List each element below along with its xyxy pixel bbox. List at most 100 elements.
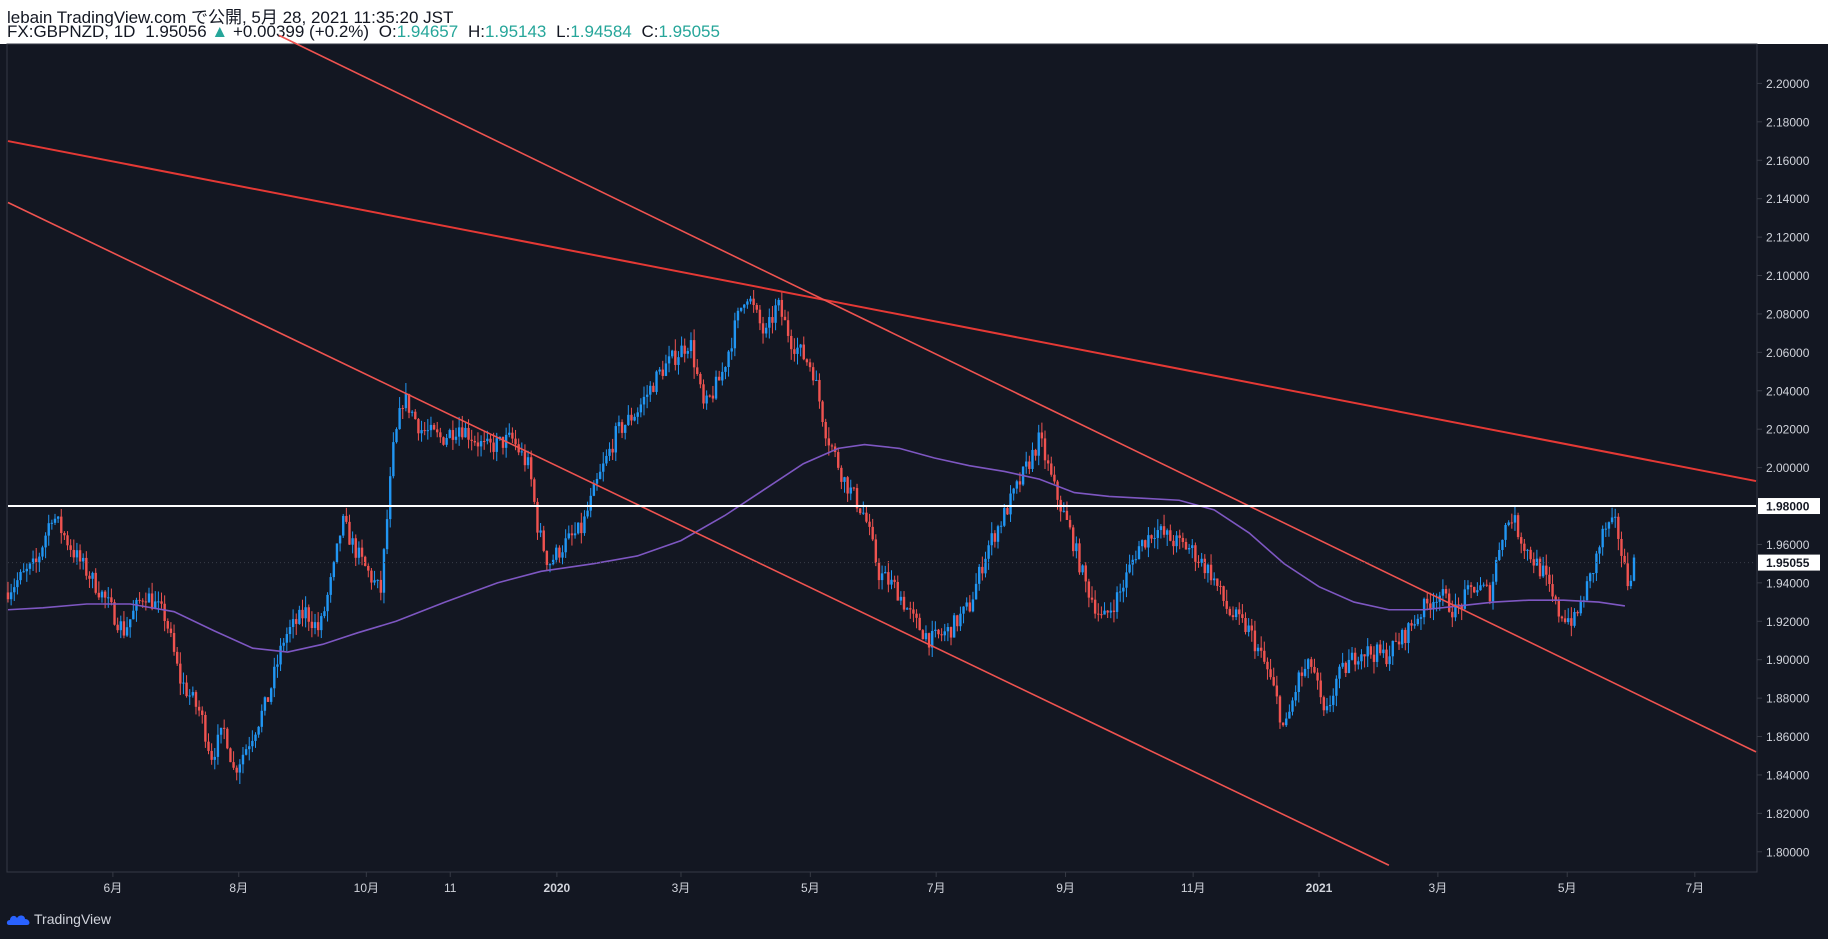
candle-body — [576, 522, 580, 534]
candle-body — [636, 412, 639, 417]
candle-body — [934, 629, 937, 631]
candle-body — [1413, 624, 1416, 626]
candle-body — [639, 404, 643, 413]
candle-body — [1338, 666, 1341, 679]
price-tick-label: 2.00000 — [1766, 461, 1810, 475]
candle-body — [1507, 522, 1510, 525]
candle-body — [711, 395, 715, 399]
time-tick-label: 7月 — [927, 881, 946, 895]
candle-body — [768, 317, 771, 328]
candle-body — [1103, 610, 1106, 615]
candle-body — [981, 566, 984, 574]
candle-body — [880, 573, 884, 581]
candle-body — [1219, 585, 1222, 587]
candle-body — [1341, 662, 1344, 667]
candle-body — [1610, 517, 1614, 523]
candle-body — [1128, 564, 1131, 573]
candle-body — [373, 580, 376, 583]
candle-body — [210, 750, 213, 760]
price-chart[interactable]: 2.20000 2.18000 2.16000 2.14000 2.12000 2.100… — [0, 0, 1828, 900]
candle-body — [1325, 706, 1329, 711]
candle-body — [1545, 565, 1548, 575]
time-tick-label: 3月 — [1429, 881, 1448, 895]
time-tick-label: 11 — [444, 881, 457, 895]
candle-body — [157, 601, 160, 603]
candle-body — [670, 350, 674, 357]
candle-body — [1372, 654, 1376, 662]
candle-body — [175, 651, 179, 664]
candle-body — [107, 597, 110, 599]
candle-body — [589, 495, 592, 511]
candle-body — [893, 579, 896, 582]
price-tick-label: 2.12000 — [1766, 231, 1810, 245]
candle-body — [551, 559, 555, 565]
candle-body — [345, 515, 348, 522]
price-axis[interactable]: 2.20000 2.18000 2.16000 2.14000 2.12000 2.100… — [1757, 77, 1820, 859]
candle-body — [1494, 559, 1498, 582]
candle-body — [16, 580, 19, 588]
candle-body — [924, 633, 928, 640]
candle-body — [1278, 696, 1282, 723]
candle-body — [1579, 601, 1582, 614]
candle-body — [561, 552, 564, 558]
candle-body — [1012, 488, 1015, 494]
candle-body — [1206, 564, 1210, 574]
candle-body — [166, 621, 169, 629]
tradingview-cloud-icon[interactable] — [6, 912, 32, 928]
candle-body — [1003, 508, 1006, 526]
candle-body — [1106, 610, 1109, 613]
candle-body — [649, 385, 652, 395]
candle-body — [103, 591, 107, 598]
candle-body — [705, 395, 708, 404]
candle-body — [81, 557, 85, 562]
candle-body — [229, 748, 232, 763]
candle-body — [248, 746, 251, 750]
time-tick-label: 3月 — [672, 881, 691, 895]
candle-body — [1363, 654, 1366, 657]
candle-body — [329, 577, 332, 595]
candle-body — [620, 422, 624, 433]
candle-body — [774, 305, 777, 323]
candle-body — [1404, 629, 1407, 644]
candle-body — [1068, 519, 1072, 528]
time-tick-label: 2021 — [1306, 881, 1333, 895]
candle-body — [182, 682, 185, 684]
candle-body — [235, 767, 238, 773]
candle-body — [389, 476, 392, 520]
candle-body — [887, 572, 890, 585]
candle-body — [1194, 545, 1197, 562]
price-tick-label: 2.16000 — [1766, 154, 1810, 168]
candle-body — [501, 436, 505, 448]
candle-body — [830, 445, 834, 447]
candle-body — [1144, 540, 1147, 548]
candle-body — [617, 422, 621, 427]
candle-body — [367, 565, 370, 571]
time-axis[interactable]: 6月 8月 10月 11 2020 3月 5月 7月 9月 11月 2021 3月 5月 7月 — [104, 872, 1705, 895]
candle-body — [743, 304, 746, 308]
candle-body — [150, 593, 154, 609]
candle-body — [567, 533, 570, 539]
candle-body — [110, 597, 113, 603]
candle-body — [1156, 530, 1159, 538]
candle-body — [652, 385, 655, 392]
candle-body — [520, 451, 524, 453]
candle-body — [1118, 591, 1122, 593]
candle-body — [877, 562, 881, 581]
candle-body — [1347, 659, 1351, 673]
candle-body — [1394, 640, 1398, 642]
candle-body — [94, 572, 97, 593]
candle-body — [915, 613, 918, 618]
candle-body — [266, 697, 270, 702]
price-tick-label: 2.02000 — [1766, 423, 1810, 437]
candle-body — [614, 426, 617, 453]
candle-body — [232, 762, 235, 768]
candle-body — [1075, 543, 1078, 552]
candle-body — [667, 356, 671, 364]
candle-body — [1181, 537, 1185, 542]
candle-body — [401, 408, 404, 410]
candle-body — [201, 710, 204, 715]
candle-body — [921, 630, 925, 640]
candle-body — [1125, 572, 1128, 588]
candle-body — [1203, 558, 1206, 574]
candle-body — [1263, 650, 1266, 662]
